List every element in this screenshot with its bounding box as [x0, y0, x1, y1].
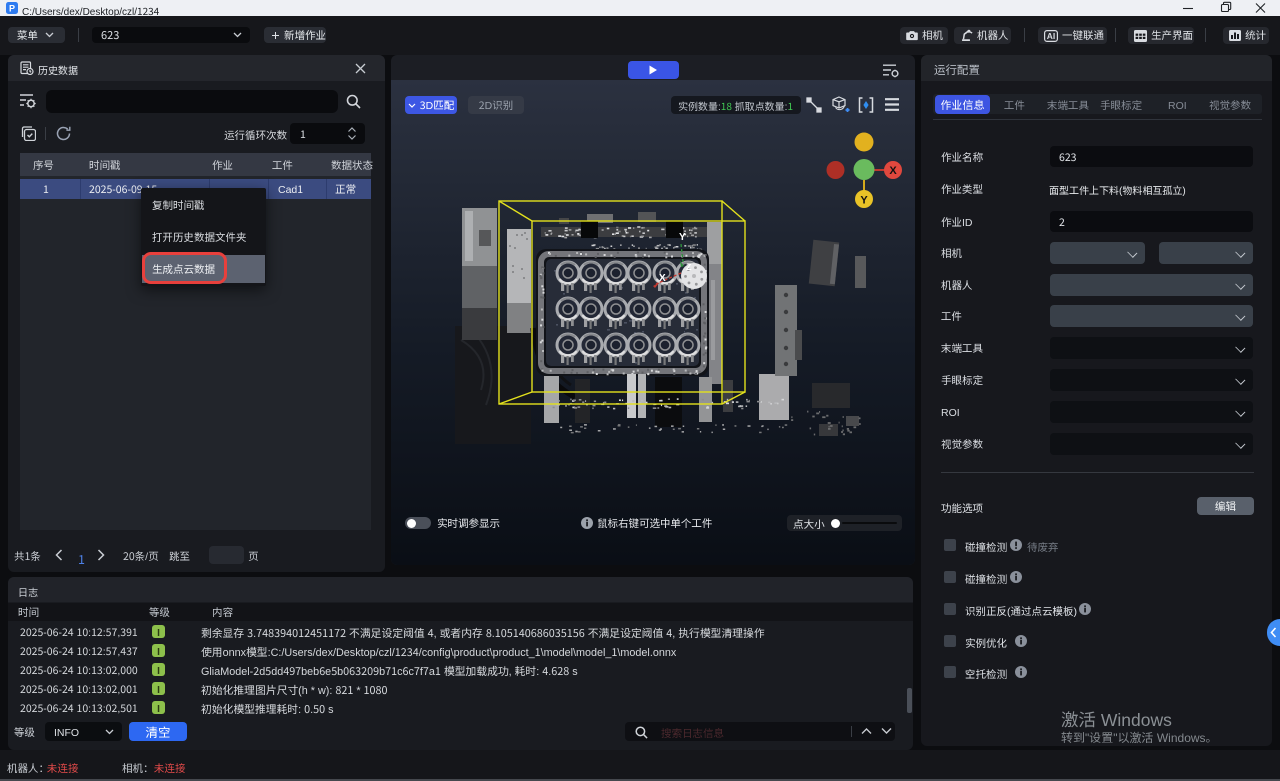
- svg-text:X: X: [659, 269, 666, 284]
- svg-text:AI: AI: [1047, 31, 1056, 41]
- svg-text:Z: Z: [686, 260, 692, 273]
- svg-text:X: X: [889, 162, 897, 178]
- svg-text:P: P: [9, 3, 15, 13]
- svg-text:Y: Y: [860, 192, 868, 208]
- svg-text:Y: Y: [679, 228, 686, 243]
